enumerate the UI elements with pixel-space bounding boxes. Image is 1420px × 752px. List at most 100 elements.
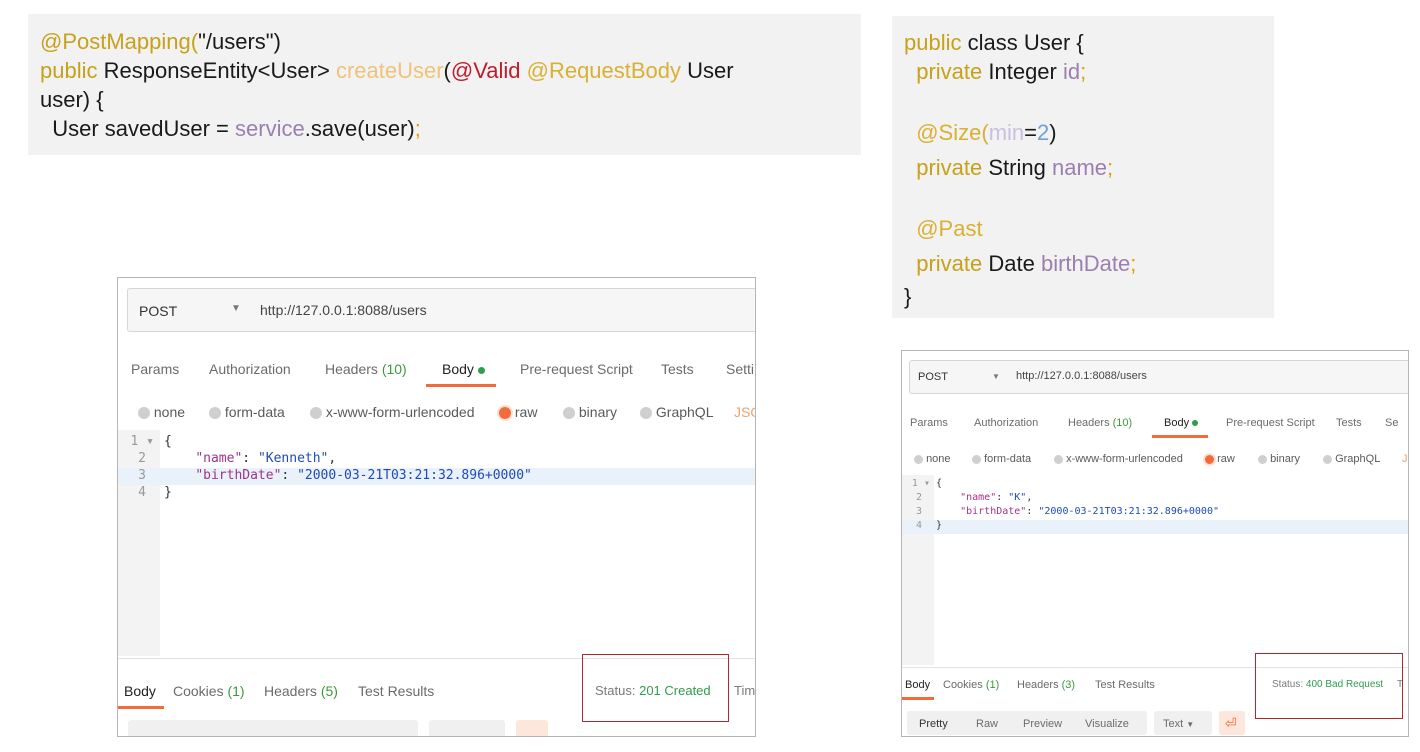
body-mode-urlencoded[interactable]: x-www-form-urlencoded xyxy=(1054,453,1183,465)
body-mode-binary[interactable]: binary xyxy=(1258,453,1300,465)
method-select[interactable]: POST xyxy=(918,371,948,383)
radio-icon xyxy=(209,407,221,420)
code-line-9: } xyxy=(904,284,912,309)
postman-screenshot-error: POST ▼ http://127.0.0.1:8088/users Param… xyxy=(901,350,1409,737)
code-line: "birthDate": "2000-03-21T03:21:32.896+00… xyxy=(195,468,532,483)
tab-authorization[interactable]: Authorization xyxy=(974,417,1038,429)
radio-icon xyxy=(1258,454,1267,464)
response-tab-cookies[interactable]: Cookies (1) xyxy=(943,679,999,691)
response-time-label: Time: xyxy=(734,683,756,698)
tab-body[interactable]: Body xyxy=(1164,417,1199,429)
wrap-lines-button[interactable] xyxy=(516,720,548,736)
active-dot-icon xyxy=(1192,420,1199,427)
view-preview-button[interactable]: Preview xyxy=(1023,718,1062,730)
url-input[interactable]: http://127.0.0.1:8088/users xyxy=(1016,370,1147,382)
current-line-highlight xyxy=(902,520,1408,534)
radio-icon xyxy=(972,454,981,464)
status-highlight-box xyxy=(1255,653,1403,719)
code-line-5: private String name; xyxy=(904,155,1114,180)
view-pretty-button[interactable]: Pretty xyxy=(919,718,948,730)
response-tab-underline xyxy=(118,706,164,709)
response-tab-cookies[interactable]: Cookies (1) xyxy=(173,683,245,699)
tab-headers[interactable]: Headers (10) xyxy=(325,361,407,377)
response-tab-headers[interactable]: Headers (3) xyxy=(1017,679,1075,691)
response-tab-test-results[interactable]: Test Results xyxy=(358,683,434,699)
method-select[interactable]: POST xyxy=(139,303,177,319)
tab-settings[interactable]: Setti xyxy=(726,361,754,377)
tab-body[interactable]: Body xyxy=(442,361,485,377)
tab-pre-request-script[interactable]: Pre-request Script xyxy=(520,361,633,377)
json-body-editor[interactable]: { xyxy=(164,434,172,449)
radio-icon xyxy=(640,407,652,420)
editor-gutter xyxy=(902,475,934,665)
radio-selected-icon xyxy=(499,407,511,420)
tab-headers[interactable]: Headers (10) xyxy=(1068,417,1132,429)
tab-params[interactable]: Params xyxy=(910,417,948,429)
tab-pre-request-script[interactable]: Pre-request Script xyxy=(1226,417,1315,429)
code-line: } xyxy=(164,485,172,500)
active-tab-underline xyxy=(426,384,496,387)
response-tab-headers[interactable]: Headers (5) xyxy=(264,683,338,699)
view-raw-button[interactable]: Raw xyxy=(976,718,998,730)
line-number: 4 xyxy=(138,485,146,500)
request-url-bar xyxy=(909,360,1408,394)
code-line-7: @Past xyxy=(904,216,983,241)
line-number: 3 xyxy=(138,468,146,483)
code-line: "name": "K", xyxy=(960,492,1033,503)
code-line-1: @PostMapping("/users") xyxy=(40,29,281,54)
body-mode-raw[interactable]: raw xyxy=(1205,453,1235,465)
body-mode-urlencoded[interactable]: x-www-form-urlencoded xyxy=(310,404,474,420)
body-mode-json[interactable]: J xyxy=(1402,453,1408,465)
user-class-code-snippet: public class User { private Integer id; … xyxy=(892,16,1274,318)
response-tab-body[interactable]: Body xyxy=(124,683,156,699)
active-tab-underline xyxy=(1152,435,1208,438)
body-mode-none[interactable]: none xyxy=(138,404,185,420)
view-mode-group[interactable] xyxy=(128,720,418,736)
line-number: 4 xyxy=(915,520,922,531)
code-line-1: public class User { xyxy=(904,30,1084,55)
json-body-editor[interactable]: { xyxy=(936,478,942,489)
body-mode-form-data[interactable]: form-data xyxy=(209,404,285,420)
body-mode-none[interactable]: none xyxy=(914,453,951,465)
line-number: 1 ▾ xyxy=(130,434,154,449)
response-tab-body[interactable]: Body xyxy=(905,679,930,691)
postman-screenshot-success: POST ▼ http://127.0.0.1:8088/users Param… xyxy=(117,277,756,737)
body-mode-graphql[interactable]: GraphQL xyxy=(1323,453,1380,465)
line-number: 1 ▾ xyxy=(911,478,930,489)
radio-icon xyxy=(1323,454,1332,464)
view-visualize-button[interactable]: Visualize xyxy=(1085,718,1129,730)
format-select[interactable] xyxy=(429,720,505,736)
line-number: 3 xyxy=(915,506,922,517)
wrap-icon: ⏎ xyxy=(1225,715,1237,731)
code-line: "name": "Kenneth", xyxy=(195,451,337,466)
code-line-8: private Date birthDate; xyxy=(904,251,1137,276)
tab-params[interactable]: Params xyxy=(131,361,179,377)
url-input[interactable]: http://127.0.0.1:8088/users xyxy=(260,302,427,318)
tab-tests[interactable]: Tests xyxy=(1336,417,1362,429)
chevron-down-icon[interactable]: ▼ xyxy=(231,303,241,314)
body-mode-form-data[interactable]: form-data xyxy=(972,453,1031,465)
radio-selected-icon xyxy=(1205,454,1214,464)
code-line-4: User savedUser = service.save(user); xyxy=(40,116,421,141)
code-line-2: public ResponseEntity<User> createUser(@… xyxy=(40,58,734,83)
response-tab-test-results[interactable]: Test Results xyxy=(1095,679,1155,691)
body-mode-graphql[interactable]: GraphQL xyxy=(640,404,713,420)
response-tab-underline xyxy=(902,697,934,700)
radio-icon xyxy=(138,407,150,420)
tab-authorization[interactable]: Authorization xyxy=(209,361,291,377)
code-line-3: user) { xyxy=(40,87,104,112)
chevron-down-icon: ▼ xyxy=(1186,720,1195,729)
line-number: 2 xyxy=(915,492,922,503)
code-line-4: @Size(min=2) xyxy=(904,120,1057,145)
body-mode-json[interactable]: JSO xyxy=(734,404,755,420)
active-dot-icon xyxy=(477,366,485,374)
chevron-down-icon[interactable]: ▼ xyxy=(992,372,1000,381)
line-number: 2 xyxy=(138,451,146,466)
radio-icon xyxy=(914,454,923,464)
radio-icon xyxy=(563,407,575,420)
code-line: } xyxy=(936,520,943,531)
tab-settings[interactable]: Se xyxy=(1385,417,1398,429)
body-mode-binary[interactable]: binary xyxy=(563,404,617,420)
body-mode-raw[interactable]: raw xyxy=(499,404,537,420)
tab-tests[interactable]: Tests xyxy=(661,361,694,377)
